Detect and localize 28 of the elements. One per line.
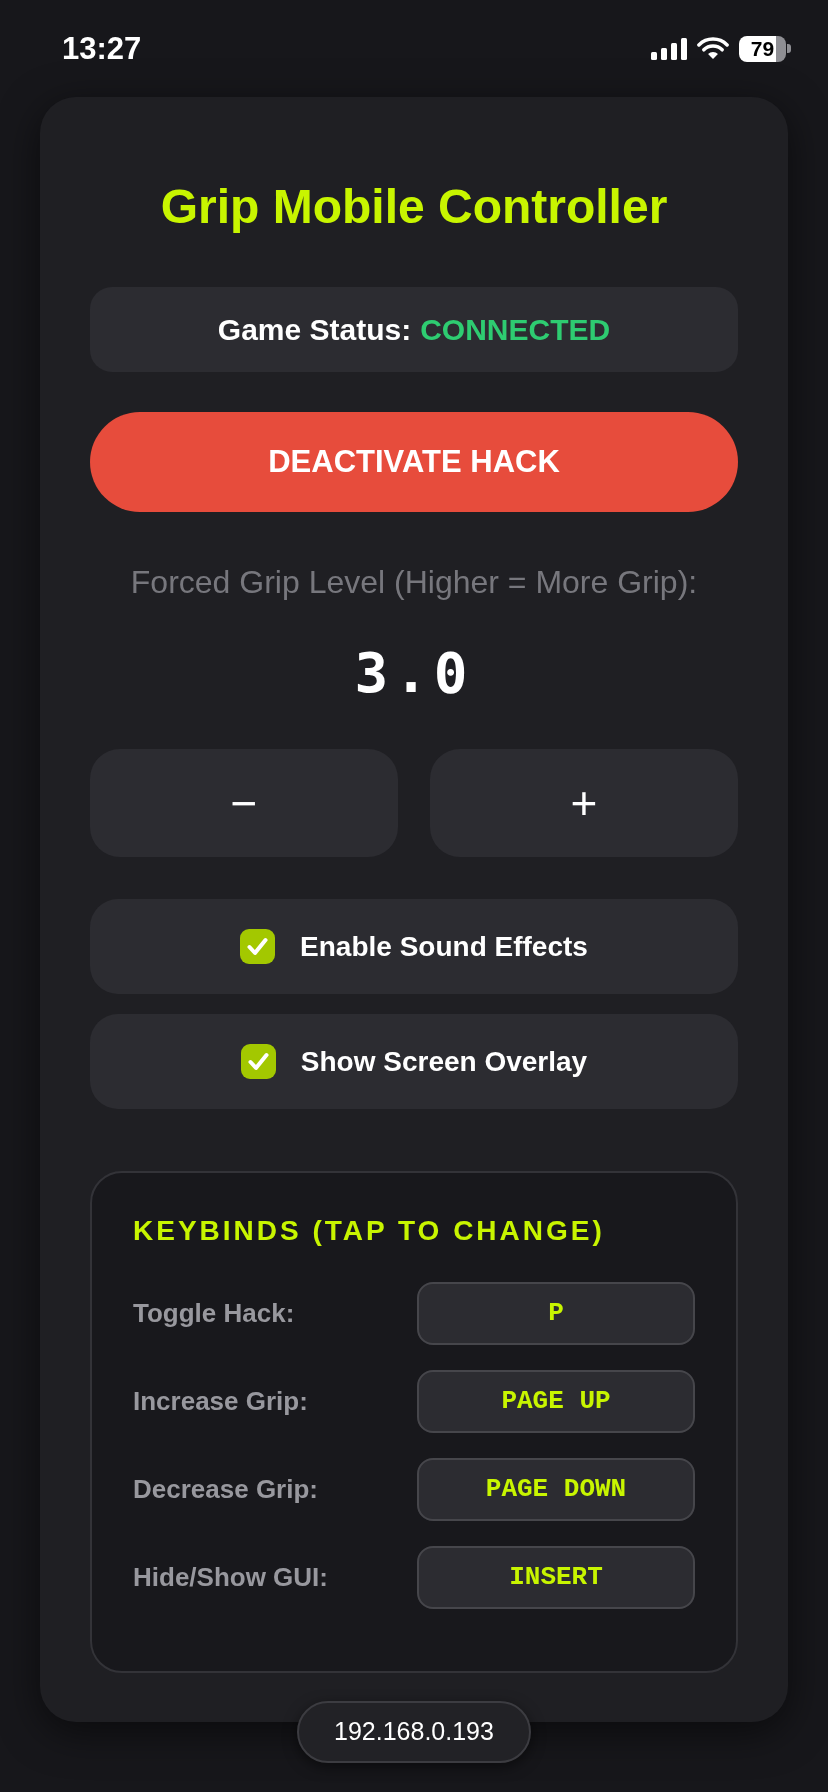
decrease-button[interactable]: − bbox=[90, 749, 398, 857]
keybind-label: Decrease Grip: bbox=[133, 1473, 318, 1506]
keybinds-title: KEYBINDS (TAP TO CHANGE) bbox=[133, 1214, 606, 1248]
keybind-label: Increase Grip: bbox=[133, 1385, 308, 1418]
key-button[interactable]: P bbox=[417, 1282, 695, 1345]
keybind-label: Toggle Hack: bbox=[133, 1297, 295, 1330]
status-value: CONNECTED bbox=[420, 312, 611, 348]
option-label: Enable Sound Effects bbox=[300, 929, 588, 964]
signal-icon bbox=[651, 37, 687, 60]
grip-level-value: 3.0 bbox=[353, 641, 475, 705]
deactivate-button[interactable]: DEACTIVATE HACK bbox=[90, 412, 738, 512]
increase-button[interactable]: + bbox=[430, 749, 738, 857]
option-row[interactable]: Show Screen Overlay bbox=[90, 1014, 738, 1109]
checkbox[interactable] bbox=[240, 929, 276, 964]
option-label: Show Screen Overlay bbox=[300, 1044, 588, 1079]
wifi-icon bbox=[697, 37, 729, 60]
address-pill: 192.168.0.193 bbox=[297, 1701, 531, 1763]
option-row[interactable]: Enable Sound Effects bbox=[90, 899, 738, 994]
app-title: Grip Mobile Controller bbox=[159, 179, 669, 235]
battery-percent: 79 bbox=[739, 35, 786, 62]
key-button[interactable]: PAGE DOWN bbox=[417, 1458, 695, 1521]
keybind-label: Hide/Show GUI: bbox=[133, 1561, 328, 1594]
key-button[interactable]: PAGE UP bbox=[417, 1370, 695, 1433]
status-label: Game Status: bbox=[217, 312, 412, 348]
checkbox[interactable] bbox=[240, 1044, 276, 1079]
key-button[interactable]: INSERT bbox=[417, 1546, 695, 1609]
grip-level-label: Forced Grip Level (Higher = More Grip): bbox=[129, 563, 699, 601]
status-time: 13:27 bbox=[62, 33, 142, 64]
